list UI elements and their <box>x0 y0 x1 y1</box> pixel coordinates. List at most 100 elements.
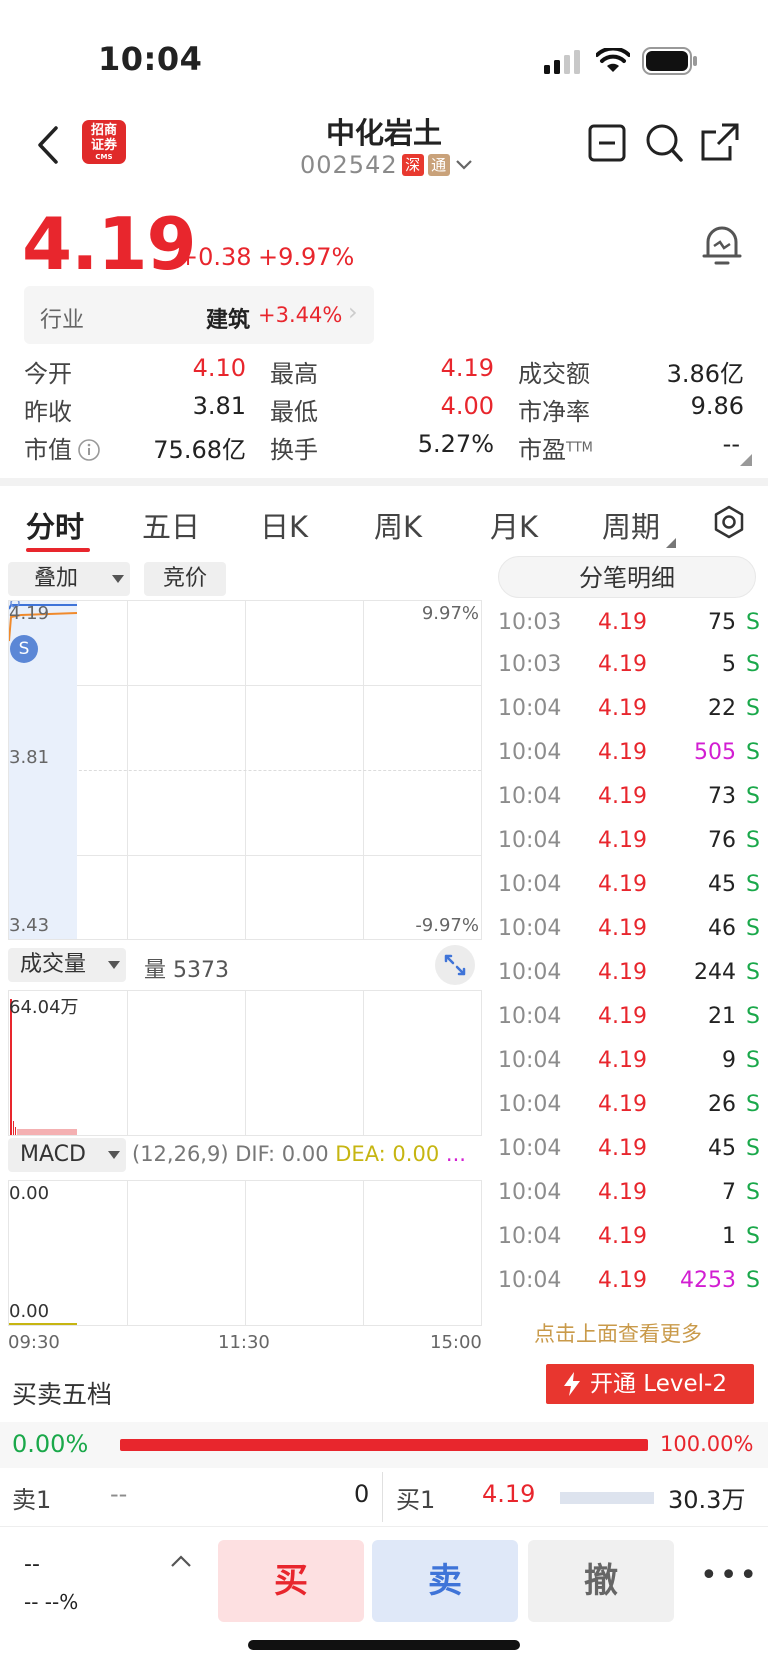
tick-volume: 5 <box>722 652 736 677</box>
tick-row[interactable]: 10:04 4.19 45 S <box>498 1136 760 1180</box>
tick-row[interactable]: 10:04 4.19 21 S <box>498 1004 760 1048</box>
tab-five-day[interactable]: 五日 <box>142 504 200 546</box>
stat-high: 最高 4.19 <box>270 354 494 388</box>
tick-row[interactable]: 10:04 4.19 9 S <box>498 1048 760 1092</box>
grid-line <box>127 1181 128 1325</box>
tick-volume: 4253 <box>680 1268 736 1293</box>
volume-bar <box>10 999 12 1135</box>
level2-button[interactable]: 开通 Level-2 <box>546 1364 754 1404</box>
status-time: 10:04 <box>98 40 203 78</box>
sell-button[interactable]: 卖 <box>372 1540 518 1622</box>
lightning-icon <box>564 1372 580 1396</box>
tab-monthly-k[interactable]: 月K <box>490 504 538 546</box>
tab-weekly-k[interactable]: 周K <box>374 504 422 546</box>
tick-row[interactable]: 10:04 4.19 76 S <box>498 828 760 872</box>
industry-change-pct: +3.44% <box>258 303 343 327</box>
tick-row[interactable]: 10:04 4.19 22 S <box>498 696 760 740</box>
overlay-dropdown[interactable]: 叠加 <box>8 562 130 596</box>
bid1-volume: 30.3万 <box>668 1486 746 1514</box>
cancel-order-button[interactable]: 撤 <box>528 1540 674 1622</box>
stock-code-row[interactable]: 002542 深 通 <box>300 150 474 180</box>
tick-volume: 244 <box>694 960 736 985</box>
tick-side: S <box>746 1004 760 1029</box>
share-icon[interactable] <box>700 122 740 162</box>
chevron-up-icon[interactable] <box>170 1554 192 1568</box>
tick-time: 10:04 <box>498 916 562 941</box>
tick-row[interactable]: 10:04 4.19 26 S <box>498 1092 760 1136</box>
tick-side: S <box>746 1224 760 1249</box>
stat-prev-close: 昨收 3.81 <box>24 392 246 426</box>
search-icon[interactable] <box>644 122 684 164</box>
sell-marker[interactable]: S <box>10 635 38 663</box>
tick-time: 10:03 <box>498 610 562 635</box>
shen-tag: 深 <box>401 154 424 176</box>
tick-price: 4.19 <box>598 1004 647 1029</box>
wifi-icon <box>596 48 630 72</box>
bid1-price: 4.19 <box>482 1480 536 1508</box>
tick-row[interactable]: 10:04 4.19 46 S <box>498 916 760 960</box>
industry-name: 建筑 <box>206 308 251 333</box>
pct-axis-low: -9.97% <box>415 915 479 936</box>
tick-volume: 45 <box>708 1136 736 1161</box>
intraday-price-chart[interactable]: 4.19 3.81 3.43 9.97% -9.97% S <box>8 600 482 940</box>
macd-more[interactable]: ... <box>446 1142 466 1166</box>
auction-button[interactable]: 竞价 <box>144 562 226 596</box>
buy-button[interactable]: 买 <box>218 1540 364 1622</box>
ask1-volume: 0 <box>354 1480 370 1508</box>
settings-icon[interactable] <box>712 505 746 539</box>
tick-side: S <box>746 1092 760 1117</box>
tick-price: 4.19 <box>598 916 647 941</box>
tick-row[interactable]: 10:04 4.19 505 S <box>498 740 760 784</box>
tick-time: 10:04 <box>498 960 562 985</box>
macd-chart[interactable]: 0.00 0.00 <box>8 1180 482 1326</box>
price-axis-high: 4.19 <box>9 603 50 624</box>
volume-chart[interactable]: 64.04万 <box>8 990 482 1136</box>
tick-row[interactable]: 10:03 4.19 75 S <box>498 610 760 654</box>
tick-side: S <box>746 1136 760 1161</box>
fullscreen-icon[interactable] <box>434 944 476 986</box>
minus-box-icon[interactable] <box>588 124 626 162</box>
tab-daily-k[interactable]: 日K <box>260 504 308 546</box>
grid-line <box>245 1181 246 1325</box>
tick-side: S <box>746 872 760 897</box>
volume-dropdown[interactable]: 成交量 <box>8 948 126 982</box>
tick-row[interactable]: 10:04 4.19 7 S <box>498 1180 760 1224</box>
tick-side: S <box>746 610 760 635</box>
tick-detail-header[interactable]: 分笔明细 <box>498 556 756 598</box>
macd-params: (12,26,9) <box>132 1142 229 1166</box>
position-pnl: -- --% <box>24 1590 79 1614</box>
bid-ratio-bar <box>120 1439 648 1451</box>
time-axis-mid: 11:30 <box>218 1332 270 1353</box>
macd-readout: (12,26,9) DIF: 0.00 DEA: 0.00 ... <box>132 1142 466 1166</box>
tab-period[interactable]: 周期 <box>602 504 660 546</box>
more-ticks-link[interactable]: 点击上面查看更多 <box>534 1318 702 1348</box>
signal-icon <box>544 50 580 74</box>
tick-row[interactable]: 10:04 4.19 73 S <box>498 784 760 828</box>
tick-row[interactable]: 10:04 4.19 45 S <box>498 872 760 916</box>
tick-side: S <box>746 960 760 985</box>
tab-active-indicator <box>26 548 90 552</box>
volume-bar <box>15 1127 16 1135</box>
tick-price: 4.19 <box>598 696 647 721</box>
section-divider <box>0 478 768 486</box>
tick-time: 10:04 <box>498 1224 562 1249</box>
info-icon[interactable] <box>77 438 101 462</box>
tick-volume: 46 <box>708 916 736 941</box>
volume-bars-svg <box>10 999 77 1135</box>
tick-volume: 9 <box>722 1048 736 1073</box>
tick-row[interactable]: 10:03 4.19 5 S <box>498 652 760 696</box>
price-axis-low: 3.43 <box>9 915 50 936</box>
stock-code: 002542 <box>300 151 398 179</box>
expand-corner-icon[interactable] <box>740 454 752 466</box>
tab-intraday[interactable]: 分时 <box>26 504 84 546</box>
tick-row[interactable]: 10:04 4.19 244 S <box>498 960 760 1004</box>
more-options-icon[interactable]: ••• <box>700 1558 759 1593</box>
alert-bell-icon[interactable] <box>700 222 744 270</box>
stat-pb: 市净率 9.86 <box>518 392 744 426</box>
indicator-dropdown[interactable]: MACD <box>8 1138 126 1172</box>
tick-price: 4.19 <box>598 1224 647 1249</box>
tick-row[interactable]: 10:04 4.19 1 S <box>498 1224 760 1268</box>
tick-row[interactable]: 10:04 4.19 4253 S <box>498 1268 760 1312</box>
tick-side: S <box>746 1048 760 1073</box>
macd-dif: DIF: 0.00 <box>235 1142 329 1166</box>
